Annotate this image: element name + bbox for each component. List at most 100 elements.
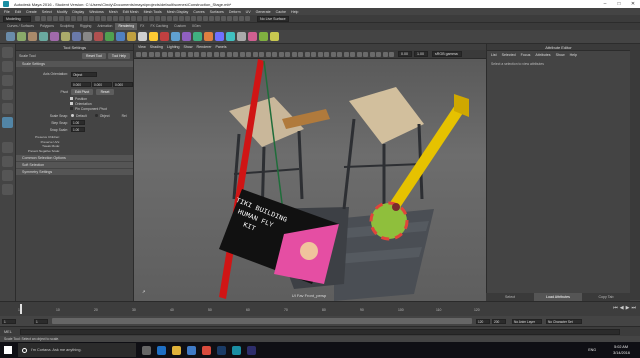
tray-lang[interactable]: ENG (588, 348, 596, 352)
statusline-icon[interactable] (167, 16, 172, 21)
statusline-icon[interactable] (41, 16, 46, 21)
shelf-tab-rendering[interactable]: Rendering (115, 23, 138, 30)
four-view-icon[interactable] (2, 156, 13, 167)
statusline-icon[interactable] (191, 16, 196, 21)
viewport-tool-icon[interactable] (337, 51, 342, 57)
menu-select[interactable]: Select (42, 10, 52, 14)
play-icon[interactable]: ▶ (626, 305, 630, 311)
statusline-icon[interactable] (65, 16, 70, 21)
character-set-dropdown[interactable]: No Character Set (546, 318, 582, 324)
menu-generate[interactable]: Generate (256, 10, 271, 14)
photos-icon[interactable] (247, 345, 256, 355)
viewport-tool-icon[interactable] (278, 51, 284, 57)
close-button[interactable]: ✕ (626, 0, 640, 8)
viewport-tool-icon[interactable] (246, 51, 251, 57)
menu-uv[interactable]: UV (246, 10, 251, 14)
viewport-tool-icon[interactable] (317, 51, 323, 57)
single-view-icon[interactable] (2, 142, 13, 153)
step-back-icon[interactable]: ◀ (620, 305, 624, 311)
viewport-tool-icon[interactable] (181, 51, 186, 57)
photoshop-icon[interactable] (217, 345, 226, 355)
attribute-tab-selected[interactable]: Selected (502, 53, 516, 57)
shelf-tab-rigging[interactable]: Rigging (77, 23, 95, 30)
shelf-tool-icon[interactable] (226, 32, 235, 41)
viewport-menu-panels[interactable]: Panels (216, 45, 227, 49)
checkbox-icon[interactable] (70, 107, 73, 110)
statusline-icon[interactable] (119, 16, 124, 21)
tool-help-button[interactable]: Tool Help (108, 52, 130, 59)
statusline-icon[interactable] (53, 16, 58, 21)
pivot-y-field[interactable]: 0.000 (92, 81, 112, 87)
checkbox-icon[interactable] (70, 102, 73, 105)
viewport-menu-lighting[interactable]: Lighting (167, 45, 180, 49)
attribute-tab-focus[interactable]: Focus (521, 53, 531, 57)
viewport-menu-shading[interactable]: Shading (150, 45, 163, 49)
bottom-tab-copy-tab[interactable]: Copy Tab (582, 293, 630, 301)
chrome-icon[interactable] (202, 345, 211, 355)
edit-pivot-button[interactable]: Edit Pivot (71, 89, 93, 95)
shelf-tool-icon[interactable] (6, 32, 15, 41)
paint-select-icon[interactable] (2, 75, 13, 86)
file-explorer-icon[interactable] (172, 345, 181, 355)
viewport-tool-icon[interactable] (226, 51, 232, 57)
attribute-tab-list[interactable]: List (491, 53, 497, 57)
checkbox-icon[interactable] (70, 97, 73, 100)
go-start-icon[interactable]: ⏮ (613, 305, 618, 311)
menu-cache[interactable]: Cache (276, 10, 286, 14)
anim-layer-dropdown[interactable]: No Anim Layer (512, 318, 542, 324)
statusline-icon[interactable] (149, 16, 154, 21)
graph-view-icon[interactable] (2, 184, 13, 195)
radio-icon[interactable] (94, 114, 98, 117)
statusline-icon[interactable] (125, 16, 130, 21)
shelf-tool-icon[interactable] (248, 32, 257, 41)
statusline-icon[interactable] (47, 16, 52, 21)
statusline-icon[interactable] (143, 16, 148, 21)
viewport-tool-icon[interactable] (174, 51, 180, 57)
statusline-icon[interactable] (179, 16, 184, 21)
statusline-icon[interactable] (113, 16, 118, 21)
bottom-tab-select[interactable]: Select (486, 293, 534, 301)
move-tool-icon[interactable] (2, 89, 13, 100)
viewport-tool-icon[interactable] (376, 51, 381, 57)
statusline-icon[interactable] (161, 16, 166, 21)
menu-windows[interactable]: Windows (89, 10, 104, 14)
pivot-z-field[interactable]: 0.000 (113, 81, 133, 87)
viewport-tool-icon[interactable] (285, 51, 290, 57)
time-slider[interactable]: 1 10 20 30 40 50 60 70 80 90 100 110 120 ⏮ ◀ ▶ ⏭ (0, 301, 640, 316)
statusline-icon[interactable] (89, 16, 94, 21)
soft-selection-section[interactable]: Soft Selection (16, 162, 133, 168)
statusline-icon[interactable] (83, 16, 88, 21)
statusline-icon[interactable] (131, 16, 136, 21)
shelf-tool-icon[interactable] (171, 32, 180, 41)
shelf-tool-icon[interactable] (94, 32, 103, 41)
statusline-icon[interactable] (215, 16, 220, 21)
statusline-icon[interactable] (221, 16, 226, 21)
statusline-icon[interactable] (173, 16, 178, 21)
store-icon[interactable] (187, 345, 196, 355)
menu-edit-mesh[interactable]: Edit Mesh (123, 10, 139, 14)
step-snap-field[interactable]: 1.00 (71, 120, 85, 125)
shelf-tool-icon[interactable] (193, 32, 202, 41)
reset-tool-button[interactable]: Reset Tool (82, 52, 106, 59)
range-end-field[interactable]: 120 (476, 318, 490, 324)
viewport-tool-icon[interactable] (298, 51, 303, 57)
edge-icon[interactable] (157, 345, 166, 355)
statusline-icon[interactable] (227, 16, 232, 21)
menu-mesh-tools[interactable]: Mesh Tools (144, 10, 162, 14)
axis-orientation-dropdown[interactable]: Object (71, 71, 97, 77)
shelf-tool-icon[interactable] (182, 32, 191, 41)
tray-time[interactable]: 5:02 AM (614, 345, 628, 349)
viewport-tool-icon[interactable] (369, 51, 375, 57)
viewport-menu-show[interactable]: Show (184, 45, 193, 49)
statusline-icon[interactable] (245, 16, 250, 21)
menu-help[interactable]: Help (291, 10, 298, 14)
shelf-tool-icon[interactable] (61, 32, 70, 41)
viewport-tool-icon[interactable] (233, 51, 238, 57)
shelf-tool-icon[interactable] (72, 32, 81, 41)
viewport-tool-icon[interactable] (200, 51, 206, 57)
shelf-tab-animation[interactable]: Animation (94, 23, 115, 30)
shelf-tool-icon[interactable] (28, 32, 37, 41)
viewport-menu-renderer[interactable]: Renderer (197, 45, 212, 49)
right-scrollbar[interactable] (630, 44, 640, 300)
viewport-tool-icon[interactable] (304, 51, 310, 57)
